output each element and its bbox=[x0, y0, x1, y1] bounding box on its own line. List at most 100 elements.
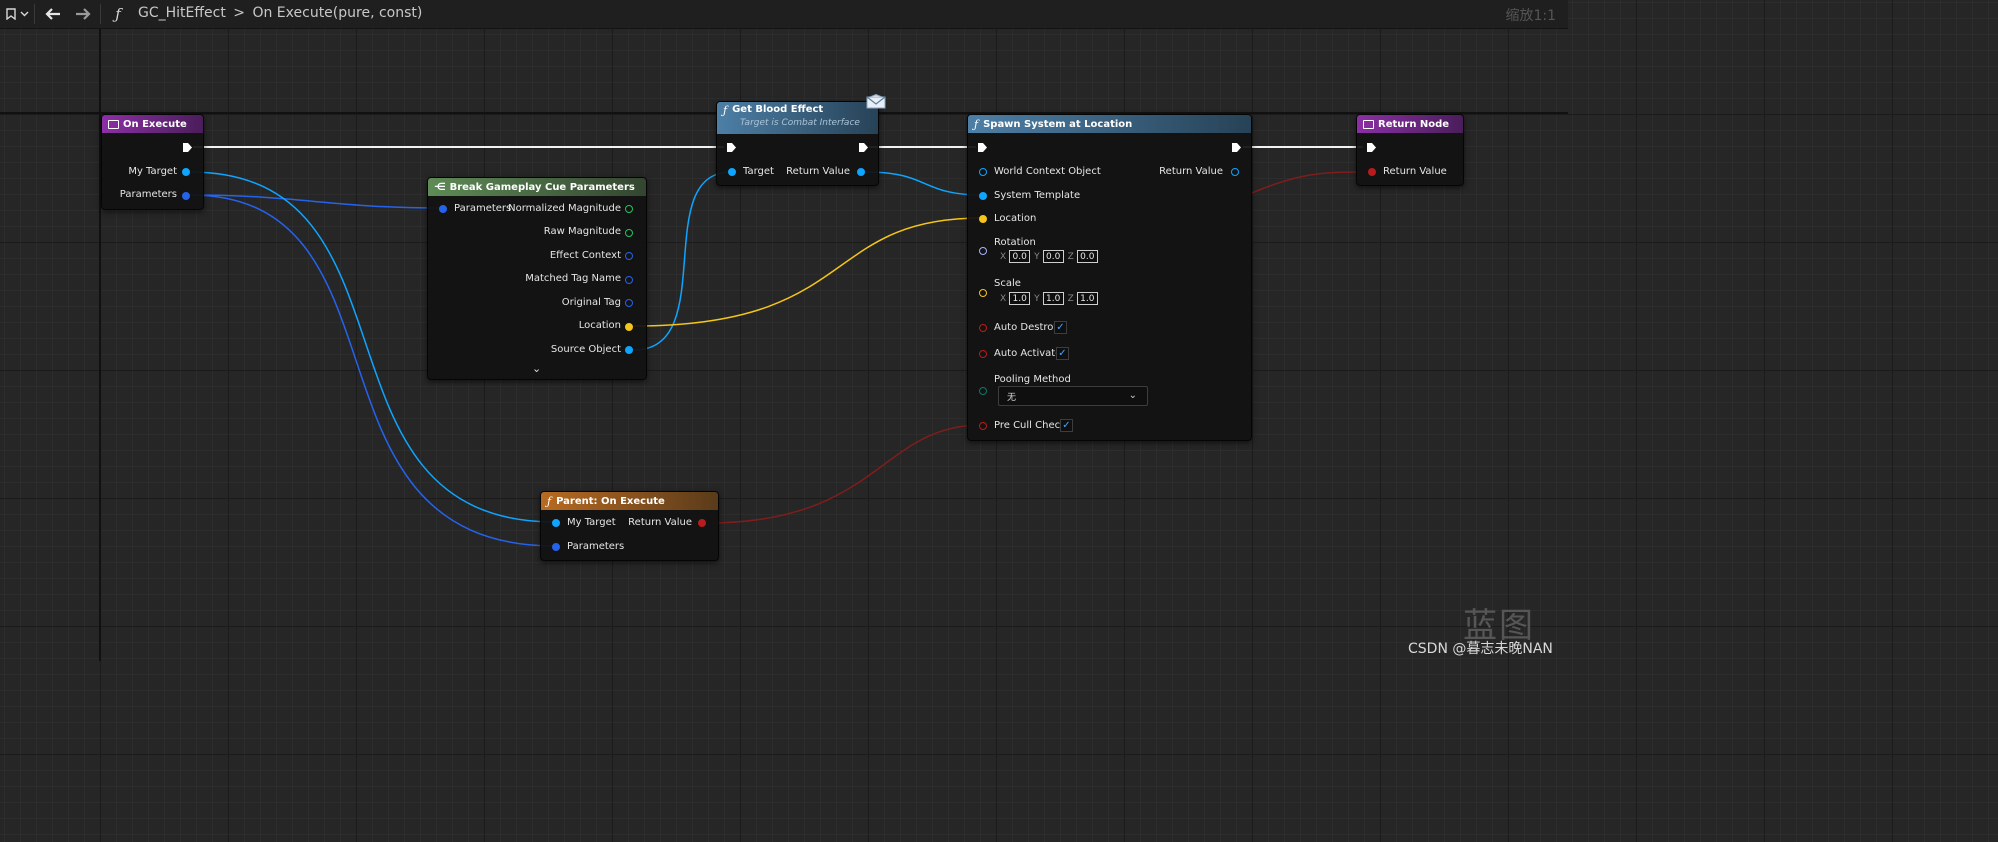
location-out-pin[interactable] bbox=[625, 323, 633, 331]
scale-y-field[interactable]: 1.0 bbox=[1042, 292, 1064, 305]
effect-context-pin[interactable] bbox=[625, 252, 633, 260]
axis-label: Z bbox=[1067, 251, 1074, 262]
pin-label: Target bbox=[743, 166, 774, 177]
scale-pin[interactable] bbox=[979, 289, 987, 297]
target-pin[interactable] bbox=[728, 168, 736, 176]
exec-in-pin[interactable] bbox=[726, 142, 737, 153]
rotation-x-field[interactable]: 0.0 bbox=[1009, 250, 1031, 263]
normalized-magnitude-pin[interactable] bbox=[625, 205, 633, 213]
rotation-pin[interactable] bbox=[979, 247, 987, 255]
pin-label: Matched Tag Name bbox=[525, 273, 621, 284]
exec-in-pin[interactable] bbox=[977, 142, 988, 153]
pin-label: Parameters bbox=[567, 541, 625, 552]
auto-activate-pin[interactable] bbox=[979, 350, 987, 358]
raw-magnitude-pin[interactable] bbox=[625, 229, 633, 237]
rotation-vector-inputs: X 0.0 Y 0.0 Z 0.0 bbox=[996, 250, 1098, 263]
node-header: ⋲ Break Gameplay Cue Parameters bbox=[428, 178, 646, 196]
pin-label: Raw Magnitude bbox=[543, 226, 621, 237]
credit-watermark: CSDN @暮志未晚NAN bbox=[1408, 641, 1553, 657]
parameters-in-pin[interactable] bbox=[552, 543, 560, 551]
my-target-in-pin[interactable] bbox=[552, 519, 560, 527]
pin-label: Parameters bbox=[454, 203, 512, 214]
auto-destroy-pin[interactable] bbox=[979, 324, 987, 332]
pin-label: Normalized Magnitude bbox=[508, 203, 621, 214]
return-value-in-pin[interactable] bbox=[1368, 168, 1376, 176]
axis-label: Y bbox=[1034, 251, 1040, 262]
pin-label: My Target bbox=[128, 166, 177, 177]
rotation-y-field[interactable]: 0.0 bbox=[1042, 250, 1064, 263]
world-context-object-pin[interactable] bbox=[979, 168, 987, 176]
pin-label: Return Value bbox=[628, 517, 692, 528]
pin-label: My Target bbox=[567, 517, 616, 528]
expand-pins-chevron-icon[interactable]: ⌄ bbox=[532, 362, 541, 375]
node-header: ƒ Spawn System at Location bbox=[968, 115, 1251, 133]
axis-label: Z bbox=[1067, 293, 1074, 304]
pre-cull-check-pin[interactable] bbox=[979, 422, 987, 430]
node-header: ƒ Get Blood Effect Target is Combat Inte… bbox=[717, 102, 878, 134]
node-subtitle: Target is Combat Interface bbox=[740, 118, 860, 128]
pooling-method-pin[interactable] bbox=[979, 387, 987, 395]
axis-label: X bbox=[1000, 293, 1007, 304]
pin-label: Location bbox=[994, 213, 1037, 224]
return-value-pin[interactable] bbox=[857, 168, 865, 176]
node-title: Parent: On Execute bbox=[556, 495, 665, 507]
function-icon: ƒ bbox=[723, 104, 728, 117]
auto-activate-checkbox[interactable]: ✓ bbox=[1056, 347, 1069, 360]
pin-label: Parameters bbox=[119, 189, 177, 200]
pin-label: Return Value bbox=[1159, 166, 1223, 177]
bool-wire bbox=[1239, 171, 1372, 199]
scale-x-field[interactable]: 1.0 bbox=[1009, 292, 1031, 305]
exec-out-pin[interactable] bbox=[1231, 142, 1242, 153]
function-icon: ƒ bbox=[974, 117, 979, 131]
parameters-in-pin[interactable] bbox=[439, 205, 447, 213]
scale-z-field[interactable]: 1.0 bbox=[1076, 292, 1098, 305]
node-title: Get Blood Effect bbox=[732, 104, 824, 115]
pin-label: Location bbox=[578, 320, 621, 331]
bool-wire bbox=[706, 424, 983, 524]
wire-layer bbox=[189, 146, 1372, 547]
node-header: ƒ Parent: On Execute bbox=[541, 492, 718, 510]
system-template-pin[interactable] bbox=[979, 192, 987, 200]
break-gameplay-cue-parameters-node[interactable]: ⋲ Break Gameplay Cue Parameters Paramete… bbox=[427, 177, 647, 380]
parent-on-execute-node[interactable]: ƒ Parent: On Execute My Target Return Va… bbox=[540, 491, 719, 561]
exec-in-pin[interactable] bbox=[1366, 142, 1377, 153]
axis-label: Y bbox=[1034, 293, 1040, 304]
location-in-pin[interactable] bbox=[979, 215, 987, 223]
pin-label: Pre Cull Check bbox=[994, 420, 1066, 431]
node-header: On Execute bbox=[102, 115, 203, 133]
exec-out-pin[interactable] bbox=[182, 142, 193, 153]
parent-return-value-pin[interactable] bbox=[698, 519, 706, 527]
original-tag-pin[interactable] bbox=[625, 299, 633, 307]
message-envelope-icon bbox=[866, 93, 886, 109]
pin-label: System Template bbox=[994, 190, 1081, 201]
dropdown-value: 无 bbox=[1007, 392, 1017, 403]
pooling-method-dropdown[interactable]: 无 ⌄ bbox=[998, 386, 1148, 406]
on-execute-node[interactable]: On Execute My Target Parameters bbox=[101, 114, 204, 210]
spawn-system-at-location-node[interactable]: ƒ Spawn System at Location World Context… bbox=[967, 114, 1252, 441]
exec-out-pin[interactable] bbox=[858, 142, 869, 153]
axis-label: X bbox=[1000, 251, 1007, 262]
node-title: Spawn System at Location bbox=[983, 118, 1133, 130]
pin-label: Scale bbox=[994, 278, 1021, 289]
node-title: Break Gameplay Cue Parameters bbox=[449, 181, 635, 193]
auto-destroy-checkbox[interactable]: ✓ bbox=[1054, 321, 1067, 334]
matched-tag-name-pin[interactable] bbox=[625, 276, 633, 284]
blood-effect-wire bbox=[865, 171, 983, 196]
get-blood-effect-node[interactable]: ƒ Get Blood Effect Target is Combat Inte… bbox=[716, 101, 879, 186]
pin-label: Pooling Method bbox=[994, 374, 1071, 385]
parameters-wire bbox=[189, 194, 443, 209]
spawn-return-value-pin[interactable] bbox=[1231, 168, 1239, 176]
pin-label: World Context Object bbox=[994, 166, 1101, 177]
event-icon bbox=[108, 119, 119, 129]
source-object-pin[interactable] bbox=[625, 346, 633, 354]
my-target-pin[interactable] bbox=[182, 168, 190, 176]
pin-label: Auto Activate bbox=[994, 348, 1062, 359]
node-title: Return Node bbox=[1378, 118, 1450, 130]
pin-label: Original Tag bbox=[561, 297, 621, 308]
function-icon: ƒ bbox=[547, 494, 552, 508]
return-node[interactable]: Return Node Return Value bbox=[1356, 114, 1464, 186]
pre-cull-check-checkbox[interactable]: ✓ bbox=[1060, 419, 1073, 432]
break-struct-icon: ⋲ bbox=[434, 181, 446, 193]
rotation-z-field[interactable]: 0.0 bbox=[1076, 250, 1098, 263]
parameters-pin[interactable] bbox=[182, 192, 190, 200]
